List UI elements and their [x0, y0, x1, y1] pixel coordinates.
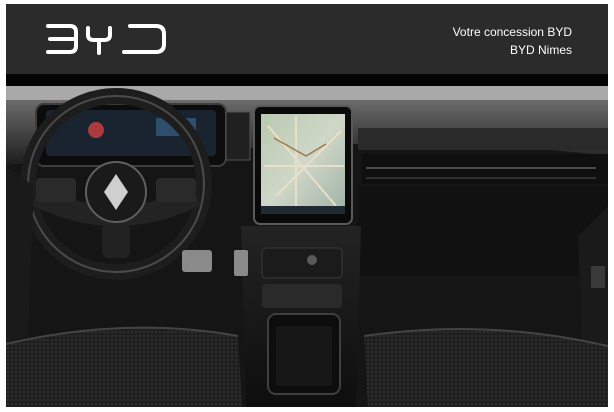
dealer-info: Votre concession BYD BYD Nimes [453, 23, 572, 59]
header-divider [6, 74, 608, 86]
dealer-header: Votre concession BYD BYD Nimes [6, 4, 608, 74]
listing-frame: Votre concession BYD BYD Nimes [6, 4, 608, 407]
dealer-title: Votre concession BYD [452, 25, 572, 39]
brand-logo [46, 24, 166, 55]
dealer-name: BYD Nimes [509, 43, 572, 57]
car-interior-photo [6, 86, 608, 407]
